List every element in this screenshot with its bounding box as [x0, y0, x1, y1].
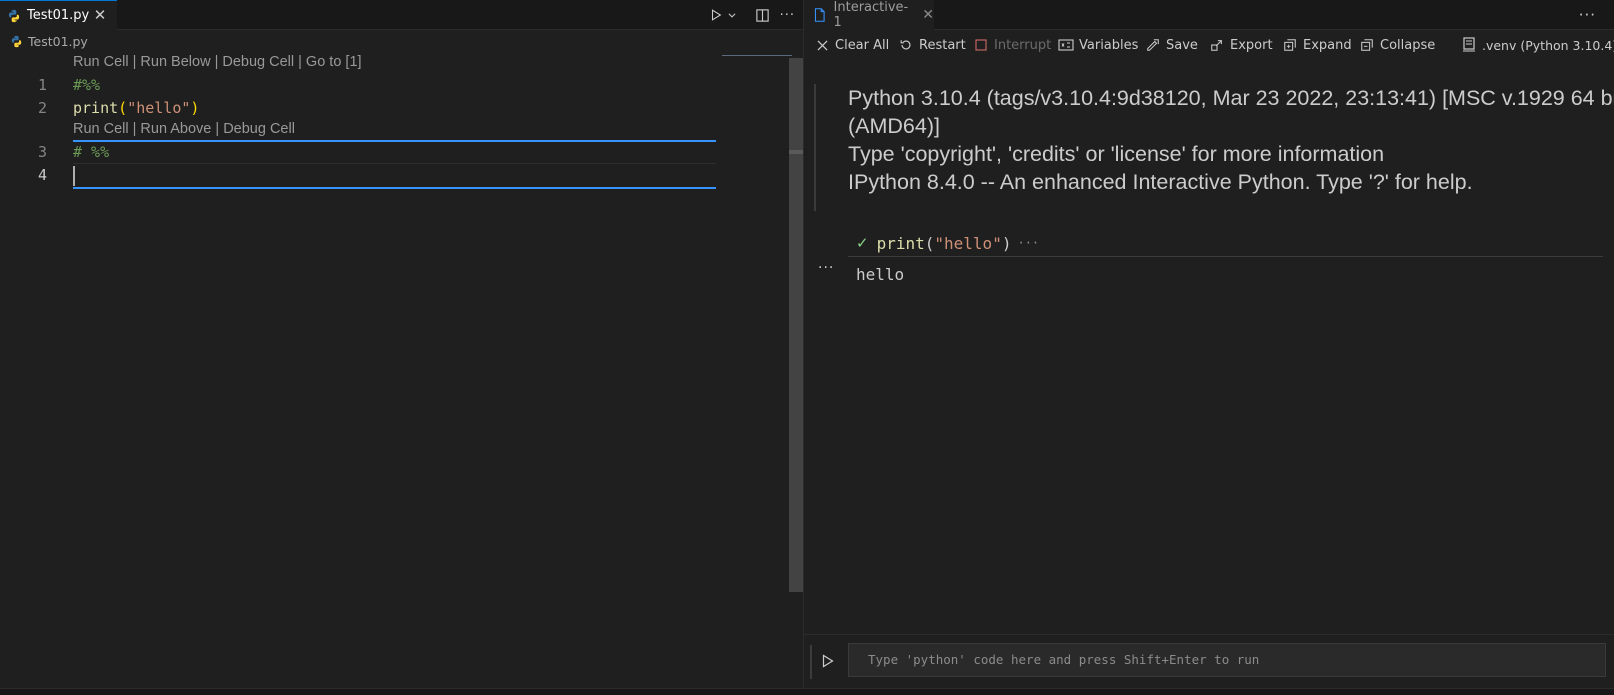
save-button[interactable]: Save — [1145, 32, 1198, 58]
expand-button[interactable]: Expand — [1282, 32, 1352, 58]
code-line-4[interactable]: 4 — [0, 164, 716, 187]
variables-icon — [1058, 37, 1074, 53]
restart-button[interactable]: Restart — [898, 32, 966, 58]
code-line-1[interactable]: 1 #%% — [0, 74, 716, 97]
token-string: "hello" — [934, 233, 1002, 253]
run-icon[interactable] — [820, 652, 836, 670]
sysinfo-cell: Python 3.10.4 (tags/v3.10.4:9d38120, Mar… — [848, 84, 1614, 196]
line-number: 4 — [37, 166, 47, 184]
interactive-tabbar: Interactive-1 ✕ ··· — [804, 0, 1614, 30]
restart-icon — [898, 37, 914, 53]
restart-label: Restart — [919, 37, 966, 53]
sysinfo-line: Python 3.10.4 (tags/v3.10.4:9d38120, Mar… — [848, 86, 1614, 110]
line-number: 3 — [37, 143, 47, 161]
editor-group: Test01.py ✕ ··· Test01.py Run Cell | Run… — [0, 0, 803, 688]
interactive-toolbar: Clear All Restart Interrupt Variables Sa… — [804, 32, 1614, 58]
line-number: 1 — [37, 76, 47, 94]
sysinfo-line: IPython 8.4.0 -- An enhanced Interactive… — [848, 170, 1473, 194]
code-line-2[interactable]: 2 print("hello") — [0, 97, 716, 120]
token-string: "hello" — [127, 99, 191, 117]
sysinfo-cell-bar — [814, 84, 816, 211]
panel-border — [0, 688, 1614, 695]
vertical-scrollbar[interactable] — [789, 58, 803, 592]
collapse-button[interactable]: Collapse — [1359, 32, 1435, 58]
editor-tabbar: Test01.py ✕ ··· — [0, 0, 803, 30]
kernel-picker[interactable]: .venv (Python 3.10.4) — [1461, 32, 1614, 58]
stop-icon — [973, 37, 989, 53]
variables-button[interactable]: Variables — [1058, 32, 1138, 58]
interactive-input-bar: Type 'python' code here and press Shift+… — [804, 634, 1614, 688]
close-icon[interactable]: ✕ — [922, 7, 934, 23]
cell-output: hello — [856, 265, 905, 284]
codelens-top[interactable]: Run Cell | Run Below | Debug Cell | Go t… — [73, 54, 362, 70]
kernel-label: .venv (Python 3.10.4) — [1482, 37, 1614, 53]
input-placeholder: Type 'python' code here and press Shift+… — [868, 652, 1260, 667]
python-icon — [8, 9, 20, 22]
code-line-3[interactable]: 3 # %% — [0, 141, 716, 164]
sysinfo-line: Type 'copyright', 'credits' or 'license'… — [848, 142, 1385, 166]
file-icon — [814, 8, 825, 22]
tab-test01[interactable]: Test01.py ✕ — [0, 0, 117, 30]
expand-label: Expand — [1303, 37, 1352, 53]
minimap[interactable] — [722, 55, 792, 58]
line-text: print("hello") — [73, 99, 199, 117]
chevron-down-icon[interactable] — [727, 10, 737, 20]
cell-divider — [848, 256, 1603, 257]
export-button[interactable]: Export — [1209, 32, 1273, 58]
tab-interactive-1[interactable]: Interactive-1 ✕ — [804, 0, 934, 30]
interrupt-button[interactable]: Interrupt — [973, 32, 1051, 58]
variables-label: Variables — [1079, 37, 1139, 53]
save-icon — [1145, 37, 1161, 53]
run-icon[interactable] — [709, 8, 723, 22]
line-text: #%% — [73, 76, 101, 94]
more-icon[interactable]: ··· — [1017, 236, 1039, 250]
code-input-field[interactable]: Type 'python' code here and press Shift+… — [848, 643, 1606, 677]
editor-actions: ··· — [709, 0, 795, 30]
clear-all-button[interactable]: Clear All — [814, 32, 889, 58]
close-icon — [814, 37, 830, 53]
interactive-window: Interactive-1 ✕ ··· Clear All Restart In… — [804, 0, 1614, 688]
expand-icon — [1282, 37, 1298, 53]
breadcrumb: Test01.py — [0, 30, 790, 52]
tab-label: Interactive-1 — [833, 0, 909, 30]
export-label: Export — [1230, 37, 1273, 53]
split-editor-icon[interactable] — [755, 8, 770, 23]
more-icon[interactable]: ··· — [1579, 6, 1596, 24]
line-text: # %% — [73, 143, 110, 161]
token-function: print — [73, 99, 119, 117]
collapse-icon — [1359, 37, 1375, 53]
token-paren-open: ( — [924, 233, 935, 253]
input-cell-bar — [810, 645, 812, 679]
executed-cell-input[interactable]: ✓ print("hello") ··· — [848, 230, 1039, 256]
save-label: Save — [1166, 37, 1198, 53]
more-icon[interactable]: ··· — [780, 8, 795, 23]
tab-label: Test01.py — [27, 8, 90, 23]
output-area[interactable]: Python 3.10.4 (tags/v3.10.4:9d38120, Mar… — [804, 60, 1614, 634]
codelens-mid[interactable]: Run Cell | Run Above | Debug Cell — [73, 121, 295, 137]
clear-all-label: Clear All — [835, 37, 890, 53]
close-icon[interactable]: ✕ — [92, 7, 108, 23]
cell-separator-bottom — [73, 187, 716, 189]
line-number: 2 — [37, 99, 47, 117]
python-icon — [11, 35, 22, 47]
token-paren-close: ) — [190, 99, 200, 117]
breadcrumb-file[interactable]: Test01.py — [28, 34, 88, 49]
check-icon: ✓ — [856, 234, 869, 252]
scrollbar-thumb[interactable] — [789, 150, 803, 154]
code-editor[interactable]: Run Cell | Run Below | Debug Cell | Go t… — [0, 52, 790, 688]
token-function: print — [876, 233, 925, 253]
token-paren-open: ( — [118, 99, 128, 117]
export-icon — [1209, 37, 1225, 53]
sysinfo-line: (AMD64)] — [848, 114, 940, 138]
output-more-icon[interactable]: ··· — [818, 260, 834, 276]
text-cursor — [73, 166, 75, 186]
server-icon — [1461, 37, 1477, 53]
interrupt-label: Interrupt — [994, 37, 1052, 53]
token-paren-close: ) — [1001, 233, 1012, 253]
collapse-label: Collapse — [1380, 37, 1436, 53]
